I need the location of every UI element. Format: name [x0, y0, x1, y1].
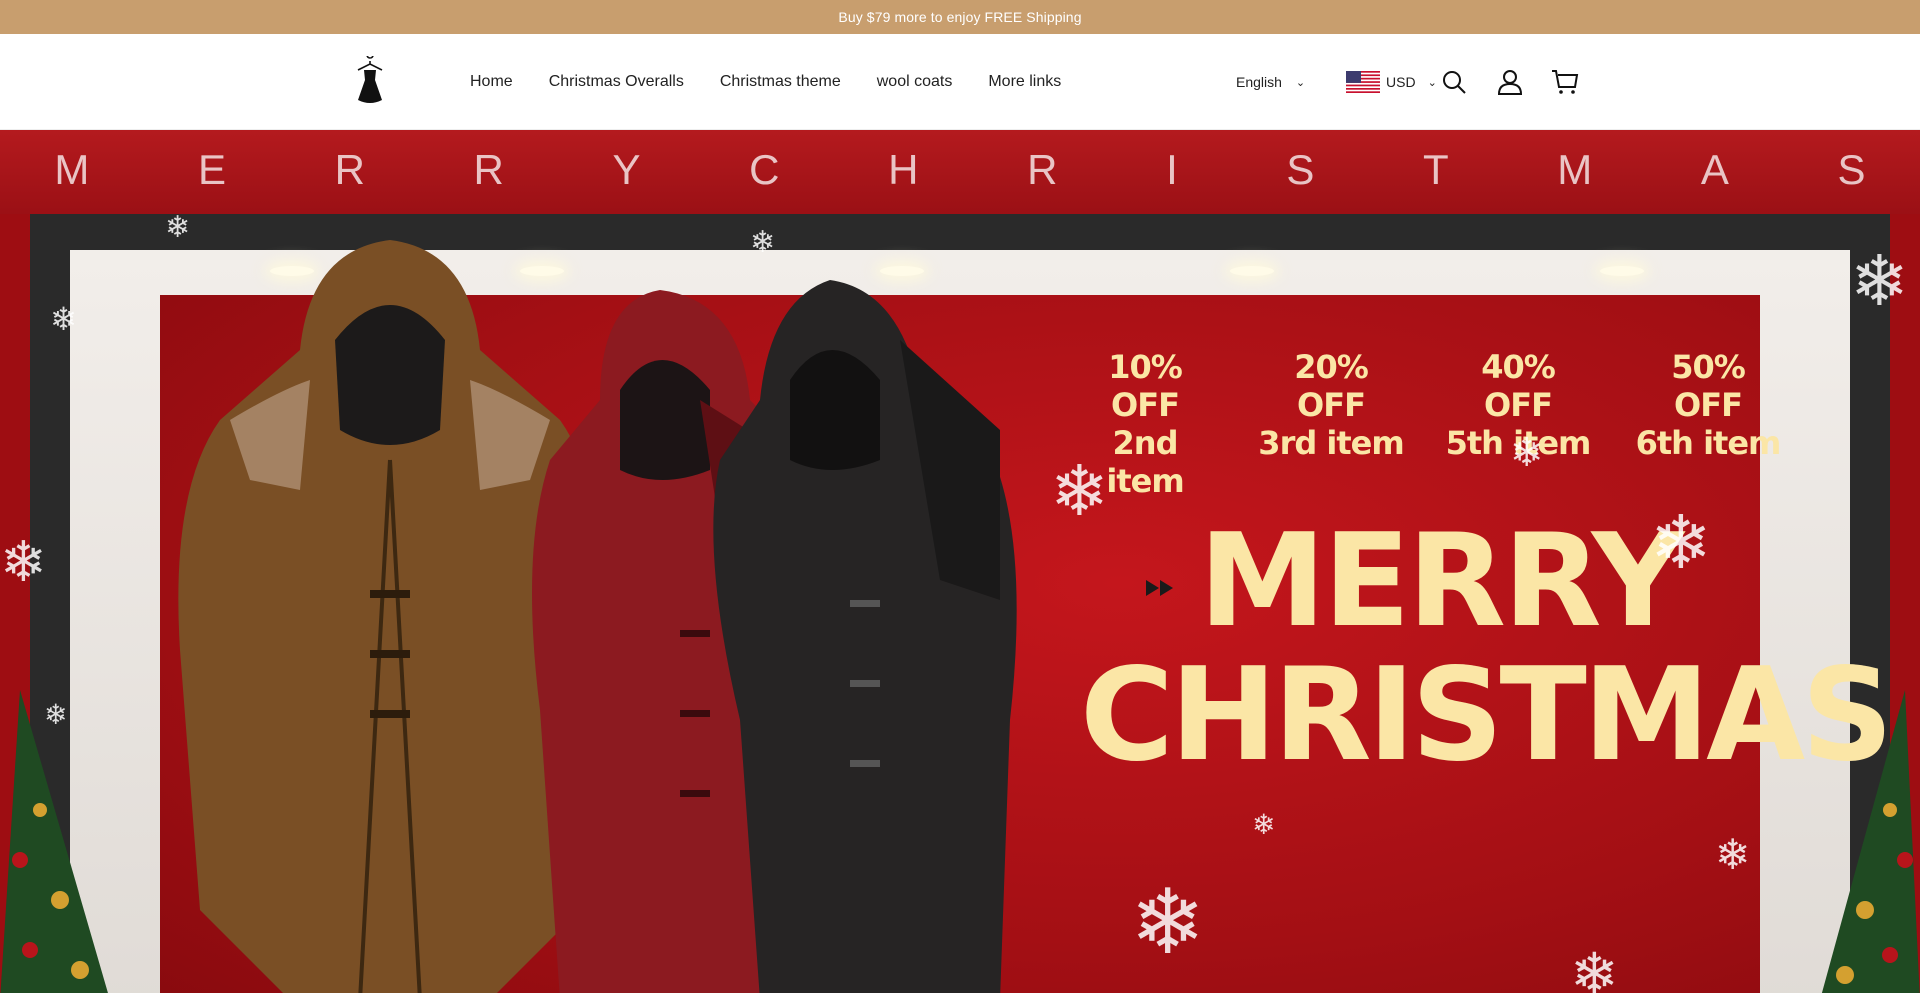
snowflake-icon: ❄: [1252, 808, 1276, 841]
store-logo[interactable]: [348, 51, 392, 108]
language-selector[interactable]: English ⌄: [1236, 34, 1305, 130]
us-flag-icon: [1346, 71, 1380, 93]
promo-discount: 10% OFF: [1108, 348, 1183, 424]
banner-letter: R: [334, 146, 365, 193]
banner-letter: I: [1166, 146, 1178, 193]
snowflake-icon: ❄: [1570, 940, 1619, 993]
banner-letter: A: [1700, 146, 1729, 193]
nav-christmas-overalls[interactable]: Christmas Overalls: [549, 73, 684, 91]
snowflake-icon: ❄: [165, 210, 191, 245]
banner-letter: M: [54, 146, 90, 193]
banner-letter: C: [749, 146, 780, 193]
chevron-down-icon: ⌄: [1427, 76, 1437, 89]
banner-letter: E: [197, 146, 226, 193]
promo-offer: 20% OFF 3rd item: [1256, 348, 1406, 462]
promo-discount: 40% OFF: [1481, 348, 1556, 424]
snowflake-icon: ❄: [0, 530, 47, 595]
nav-christmas-theme[interactable]: Christmas theme: [720, 73, 841, 91]
ceiling-light: [880, 266, 924, 276]
black-leather-coat-image: [713, 280, 1017, 993]
announcement-bar: Buy $79 more to enjoy FREE Shipping: [0, 0, 1920, 34]
christmas-tree-right-image: [1821, 690, 1920, 993]
search-icon: [1443, 71, 1466, 94]
promo-discount: 20% OFF: [1294, 348, 1369, 424]
chevron-down-icon: ⌄: [1295, 76, 1306, 89]
promo-item: 6th item: [1635, 424, 1782, 462]
cart-icon: [1552, 70, 1579, 94]
christmas-tree-left-image: [0, 690, 108, 993]
main-nav: Home Christmas Overalls Christmas theme …: [470, 34, 1097, 130]
snowflake-icon: ❄: [1050, 450, 1109, 532]
promo-item: 3rd item: [1258, 424, 1404, 462]
promo-discount: 50% OFF: [1671, 348, 1746, 424]
banner-letter: S: [1837, 146, 1866, 193]
account-button[interactable]: [1496, 68, 1524, 96]
snowflake-icon: ❄: [1850, 240, 1909, 322]
ceiling-light: [1230, 266, 1274, 276]
snowflake-icon: ❄: [750, 225, 776, 260]
cart-button[interactable]: [1551, 68, 1579, 96]
language-label: English: [1236, 74, 1282, 90]
banner-letter: S: [1286, 146, 1315, 193]
currency-selector[interactable]: USD ⌄: [1346, 34, 1437, 130]
banner-letter: R: [473, 146, 504, 193]
snowflake-icon: ❄: [1130, 870, 1206, 975]
user-icon: [1497, 70, 1523, 95]
ceiling-light: [1600, 266, 1644, 276]
banner-letter: Y: [612, 146, 641, 193]
snowflake-icon: ❄: [50, 300, 77, 338]
nav-home[interactable]: Home: [470, 73, 513, 91]
hero-banner[interactable]: M E R R Y C H R I S T M A S 10% OFF 2nd …: [0, 130, 1920, 993]
site-header: Home Christmas Overalls Christmas theme …: [0, 34, 1920, 130]
merry-christmas-banner: M E R R Y C H R I S T M A S: [0, 140, 1920, 200]
snowflake-icon: ❄: [1650, 500, 1713, 586]
banner-letter: T: [1423, 146, 1449, 193]
banner-letter: M: [1557, 146, 1593, 193]
search-button[interactable]: [1440, 68, 1468, 96]
nav-wool-coats[interactable]: wool coats: [877, 73, 953, 91]
dress-hanger-icon: [357, 51, 383, 103]
snowflake-icon: ❄: [1510, 430, 1544, 476]
banner-letter: H: [888, 146, 919, 193]
promo-offer: 50% OFF 6th item: [1633, 348, 1783, 462]
currency-label: USD: [1386, 74, 1416, 90]
snowflake-icon: ❄: [1715, 830, 1751, 879]
nav-more-links[interactable]: More links: [988, 73, 1061, 91]
headline-line2: CHRISTMAS: [1080, 641, 1893, 790]
announcement-text: Buy $79 more to enjoy FREE Shipping: [838, 9, 1082, 25]
banner-letter: R: [1027, 146, 1058, 193]
